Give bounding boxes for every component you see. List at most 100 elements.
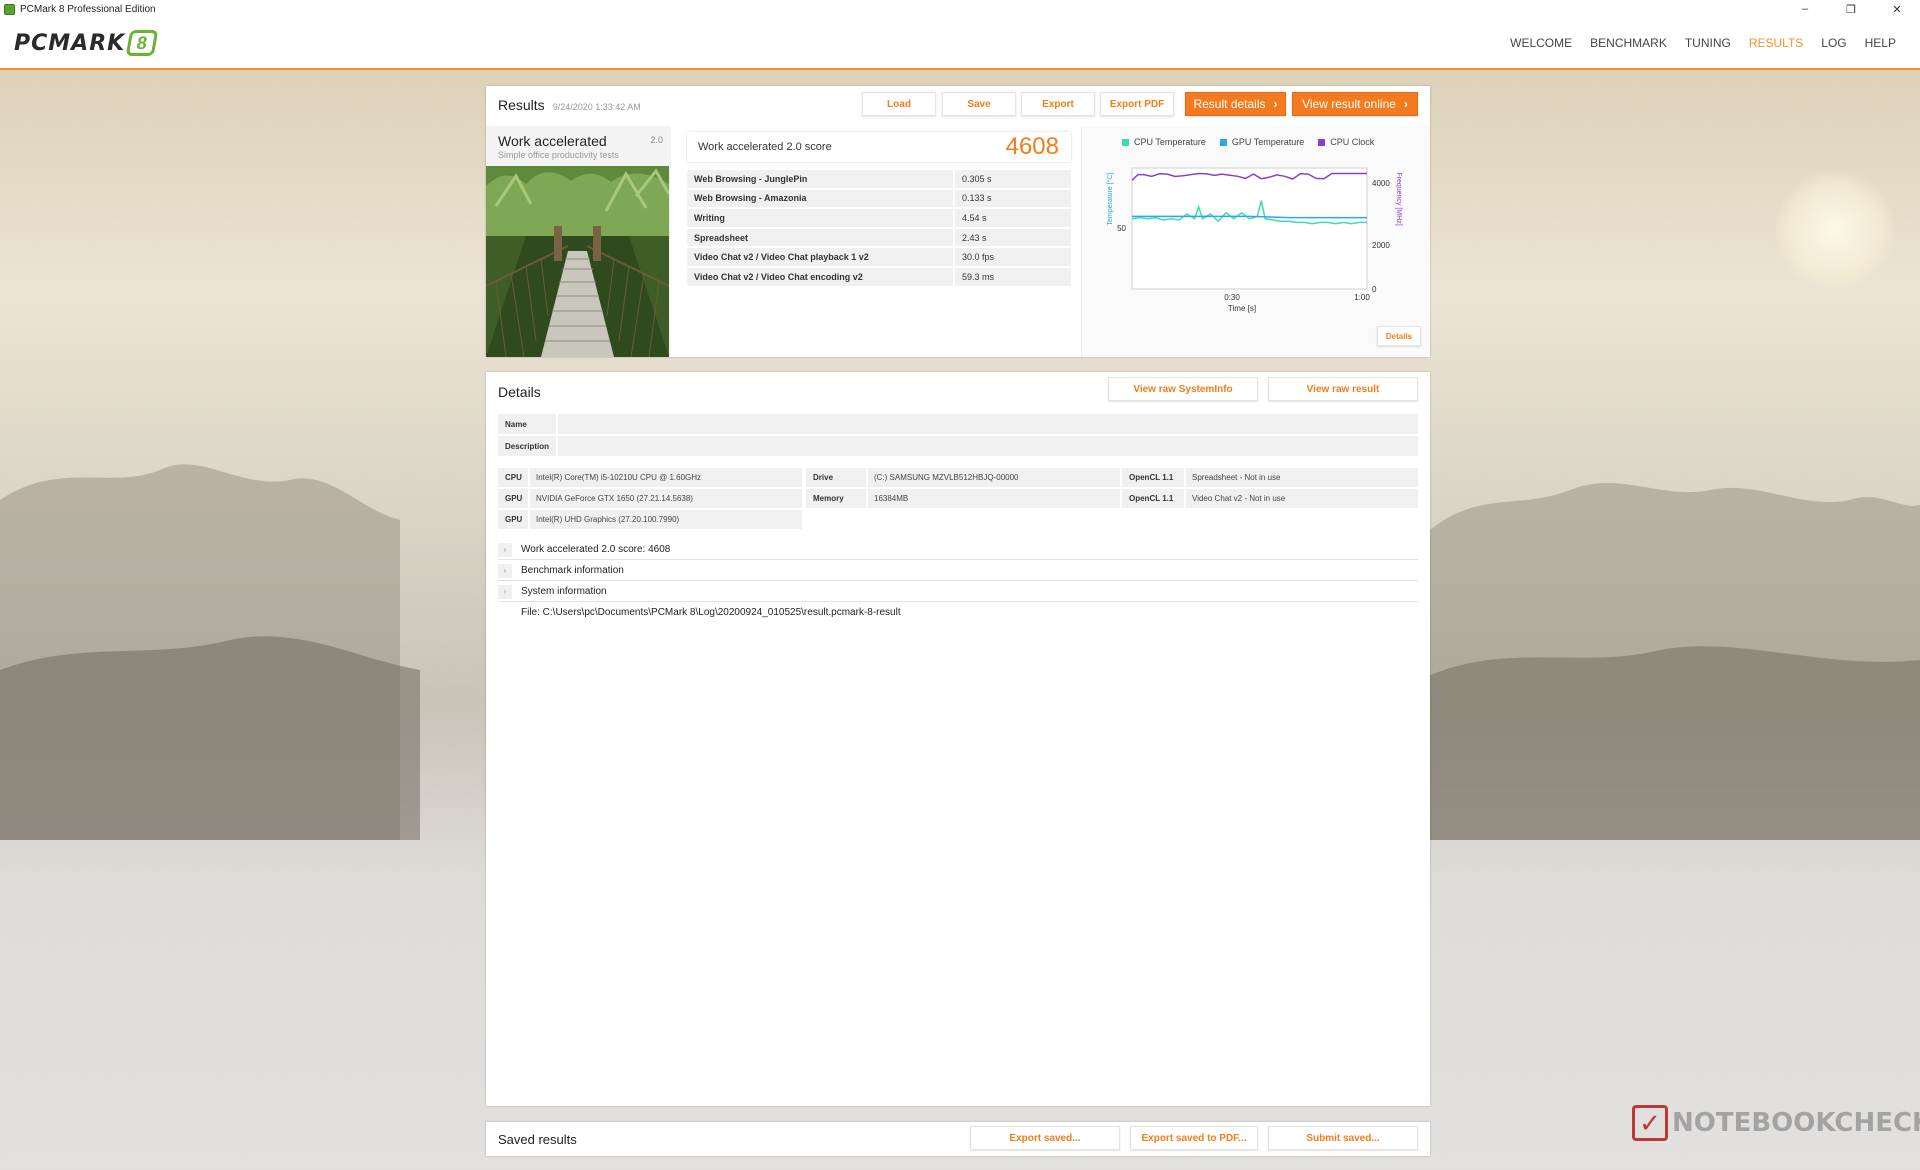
- subtest-table: Web Browsing - JunglePin 0.305 s Web Brow…: [687, 168, 1071, 288]
- monitoring-chart: CPU Temperature GPU Temperature CPU Cloc…: [1081, 126, 1430, 357]
- section-benchmark-info[interactable]: › Benchmark information: [498, 561, 1418, 581]
- main-nav: WELCOME BENCHMARK TUNING RESULTS LOG HEL…: [1510, 36, 1896, 50]
- app-header: PCMARK 8 WELCOME BENCHMARK TUNING RESULT…: [0, 18, 1920, 70]
- window-titlebar: PCMark 8 Professional Edition – ❐ ✕: [0, 0, 1920, 18]
- x-tick: 1:00: [1354, 293, 1370, 302]
- results-header: Results 9/24/2020 1:33:42 AM: [498, 97, 641, 113]
- result-details-label: Result details: [1193, 97, 1266, 111]
- nav-help[interactable]: HELP: [1865, 36, 1896, 50]
- subtest-name: Video Chat v2 / Video Chat encoding v2: [687, 267, 953, 286]
- gpu-row: GPU Intel(R) UHD Graphics (27.20.100.799…: [498, 510, 802, 529]
- result-file-path: File: C:\Users\pc\Documents\PCMark 8\Log…: [521, 607, 901, 618]
- test-version: 2.0: [650, 135, 663, 145]
- export-pdf-button[interactable]: Export PDF: [1100, 92, 1174, 116]
- subtest-value: 2.43 s: [953, 228, 1071, 247]
- subtest-name: Writing: [687, 209, 953, 227]
- pcmark-logo: PCMARK 8: [14, 30, 159, 56]
- load-button[interactable]: Load: [862, 92, 936, 116]
- logo-badge: 8: [125, 30, 159, 56]
- score-value: 4608: [1005, 133, 1059, 160]
- view-result-online-label: View result online: [1302, 97, 1396, 111]
- subtest-value: 0.305 s: [953, 170, 1071, 188]
- opencl-value: Spreadsheet - Not in use: [1186, 468, 1418, 487]
- y-tick-left: 50: [1117, 224, 1126, 233]
- subtest-value: 0.133 s: [953, 189, 1071, 208]
- view-result-online-button[interactable]: View result online ›: [1292, 92, 1418, 116]
- score-label: Work accelerated 2.0 score: [698, 141, 832, 153]
- gpu-row: GPU NVIDIA GeForce GTX 1650 (27.21.14.56…: [498, 489, 802, 508]
- score-box: Work accelerated 2.0 score 4608: [687, 132, 1071, 162]
- memory-label: Memory: [806, 489, 866, 508]
- nav-benchmark[interactable]: BENCHMARK: [1590, 36, 1667, 50]
- test-image-rope-bridge: [486, 166, 669, 357]
- close-button[interactable]: ✕: [1874, 0, 1920, 18]
- opencl-value: Video Chat v2 - Not in use: [1186, 489, 1418, 508]
- gpu-value: NVIDIA GeForce GTX 1650 (27.21.14.5638): [530, 489, 802, 508]
- save-button[interactable]: Save: [942, 92, 1016, 116]
- table-row: Spreadsheet 2.43 s: [687, 228, 1071, 247]
- expand-arrow-icon[interactable]: ›: [498, 584, 512, 599]
- gpu-label: GPU: [498, 489, 528, 508]
- export-button[interactable]: Export: [1021, 92, 1095, 116]
- opencl-label: OpenCL 1.1: [1122, 489, 1184, 508]
- cpu-value: Intel(R) Core(TM) i5-10210U CPU @ 1.60GH…: [530, 468, 802, 487]
- export-saved-pdf-button[interactable]: Export saved to PDF...: [1130, 1126, 1258, 1150]
- drive-value: (C:) SAMSUNG MZVLB512HBJQ-00000: [868, 468, 1120, 487]
- test-name: Work accelerated: [498, 133, 607, 149]
- cpu-label: CPU: [498, 468, 528, 487]
- chart-svg: Temperature [°C] Frequency [MHz] 50 4000…: [1106, 167, 1402, 313]
- description-row: Description: [498, 436, 1418, 456]
- nav-tuning[interactable]: TUNING: [1685, 36, 1731, 50]
- app-icon: [4, 3, 15, 15]
- section-label: Benchmark information: [521, 565, 624, 576]
- score-area: Work accelerated 2.0 score 4608 Web Brow…: [679, 126, 1075, 357]
- x-axis-label: Time [s]: [1228, 304, 1256, 313]
- watermark-text: NOTEBOOKCHECK: [1672, 1108, 1920, 1138]
- details-panel: Details View raw SystemInfo View raw res…: [486, 372, 1430, 1106]
- test-card: Work accelerated 2.0 Simple office produ…: [486, 126, 671, 357]
- subtest-value: 30.0 fps: [953, 248, 1071, 266]
- logo-text: PCMARK: [14, 30, 126, 56]
- results-panel: Results 9/24/2020 1:33:42 AM Load Save E…: [486, 86, 1430, 357]
- x-tick: 0:30: [1224, 293, 1240, 302]
- subtest-value: 59.3 ms: [953, 267, 1071, 286]
- memory-row: Memory 16384MB: [806, 489, 1120, 508]
- drive-row: Drive (C:) SAMSUNG MZVLB512HBJQ-00000: [806, 468, 1120, 487]
- notebookcheck-watermark: ✓ NOTEBOOKCHECK: [1632, 1105, 1920, 1141]
- name-value: [558, 414, 1418, 434]
- result-details-button[interactable]: Result details ›: [1185, 92, 1286, 116]
- section-label: System information: [521, 586, 607, 597]
- export-saved-button[interactable]: Export saved...: [970, 1126, 1120, 1150]
- view-raw-result-button[interactable]: View raw result: [1268, 377, 1418, 401]
- subtest-value: 4.54 s: [953, 209, 1071, 227]
- cpu-row: CPU Intel(R) Core(TM) i5-10210U CPU @ 1.…: [498, 468, 802, 487]
- subtest-name: Web Browsing - JunglePin: [687, 170, 953, 188]
- test-subtitle: Simple office productivity tests: [498, 150, 619, 160]
- nav-results[interactable]: RESULTS: [1749, 36, 1803, 50]
- view-raw-systeminfo-button[interactable]: View raw SystemInfo: [1108, 377, 1258, 401]
- gpu-value: Intel(R) UHD Graphics (27.20.100.7990): [530, 510, 802, 529]
- saved-results-panel: Saved results Export saved... Export sav…: [486, 1122, 1430, 1156]
- checkmark-icon: ✓: [1632, 1105, 1668, 1141]
- name-label: Name: [498, 414, 556, 434]
- submit-saved-button[interactable]: Submit saved...: [1268, 1126, 1418, 1150]
- description-label: Description: [498, 436, 556, 456]
- saved-results-title: Saved results: [498, 1132, 577, 1147]
- subtest-name: Video Chat v2 / Video Chat playback 1 v2: [687, 248, 953, 266]
- minimize-button[interactable]: –: [1782, 0, 1828, 18]
- description-value: [558, 436, 1418, 456]
- section-label: Work accelerated 2.0 score: 4608: [521, 544, 671, 555]
- chevron-right-icon: ›: [1273, 97, 1278, 111]
- nav-log[interactable]: LOG: [1821, 36, 1846, 50]
- maximize-button[interactable]: ❐: [1828, 0, 1874, 18]
- table-row: Video Chat v2 / Video Chat encoding v2 59…: [687, 267, 1071, 286]
- section-score[interactable]: › Work accelerated 2.0 score: 4608: [498, 540, 1418, 560]
- chart-details-button[interactable]: Details: [1377, 326, 1421, 346]
- expand-arrow-icon[interactable]: ›: [498, 563, 512, 578]
- nav-welcome[interactable]: WELCOME: [1510, 36, 1572, 50]
- plot-area: [1131, 167, 1368, 290]
- chevron-right-icon: ›: [1403, 97, 1408, 111]
- section-system-info[interactable]: › System information: [498, 582, 1418, 602]
- subtest-name: Spreadsheet: [687, 228, 953, 247]
- expand-arrow-icon[interactable]: ›: [498, 542, 512, 557]
